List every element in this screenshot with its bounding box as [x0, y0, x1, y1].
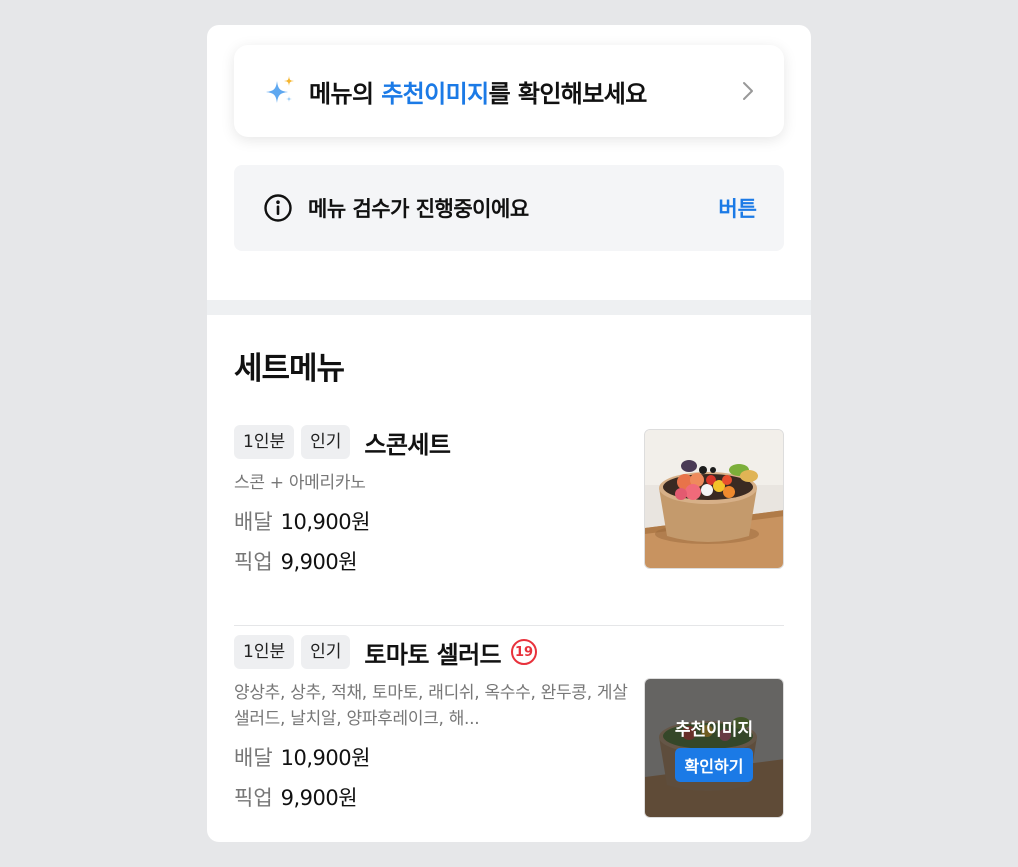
poke-bowl-image: [645, 430, 783, 568]
recommend-image-banner[interactable]: 메뉴의 추천이미지를 확인해보세요: [234, 45, 784, 137]
pickup-label: 픽업: [234, 786, 273, 810]
item-name: 스콘세트: [364, 430, 451, 459]
notice-button[interactable]: 버튼: [718, 193, 757, 223]
delivery-price: 10,900원: [280, 510, 371, 534]
banner-text: 메뉴의 추천이미지를 확인해보세요: [309, 74, 740, 109]
notice-text: 메뉴 검수가 진행중이에요: [308, 197, 529, 221]
menu-item[interactable]: 1인분 인기 토마토 셀러드 19 양상추, 상추, 적채, 토마토, 래디쉬,…: [234, 625, 784, 842]
item-name: 토마토 셀러드: [364, 640, 502, 669]
delivery-label: 배달: [234, 746, 273, 770]
overlay-text: 추천이미지: [674, 719, 754, 740]
recommend-image-overlay: 추천이미지 확인하기: [645, 679, 783, 817]
banner-text-post: 를 확인해보세요: [488, 79, 648, 108]
tag-popular: 인기: [301, 425, 351, 459]
menu-card: 메뉴의 추천이미지를 확인해보세요 메뉴 검수가 진행중이에요 버튼 세트메뉴 …: [207, 25, 811, 842]
tag-popular: 인기: [301, 635, 351, 669]
delivery-price: 10,900원: [280, 746, 371, 770]
banner-text-highlight: 추천이미지: [381, 79, 489, 108]
delivery-label: 배달: [234, 510, 273, 534]
chevron-right-icon: [743, 82, 753, 100]
review-notice: 메뉴 검수가 진행중이에요 버튼: [234, 165, 784, 251]
banner-text-pre: 메뉴의: [309, 79, 382, 108]
section-title: 세트메뉴: [234, 351, 345, 387]
tag-serving: 1인분: [234, 425, 295, 459]
overlay-confirm-button[interactable]: 확인하기: [674, 747, 754, 782]
menu-item[interactable]: 1인분 인기 스콘세트 스콘 + 아메리카노 배달 10,900원 픽업 9,900…: [234, 425, 784, 605]
pickup-price: 9,900원: [280, 550, 358, 574]
sparkle-icon: [266, 76, 294, 103]
tag-serving: 1인분: [234, 635, 295, 669]
item-description: 스콘 + 아메리카노: [234, 473, 366, 493]
pickup-label: 픽업: [234, 550, 273, 574]
pickup-price: 9,900원: [280, 786, 358, 810]
item-thumbnail[interactable]: [644, 429, 784, 569]
section-divider: [207, 300, 811, 315]
item-description: 양상추, 상추, 적채, 토마토, 래디쉬, 옥수수, 완두콩, 게살샐러드, …: [234, 683, 628, 729]
info-icon: [264, 194, 292, 222]
item-thumbnail[interactable]: 추천이미지 확인하기: [644, 678, 784, 818]
age-restriction-badge: 19: [511, 639, 538, 665]
